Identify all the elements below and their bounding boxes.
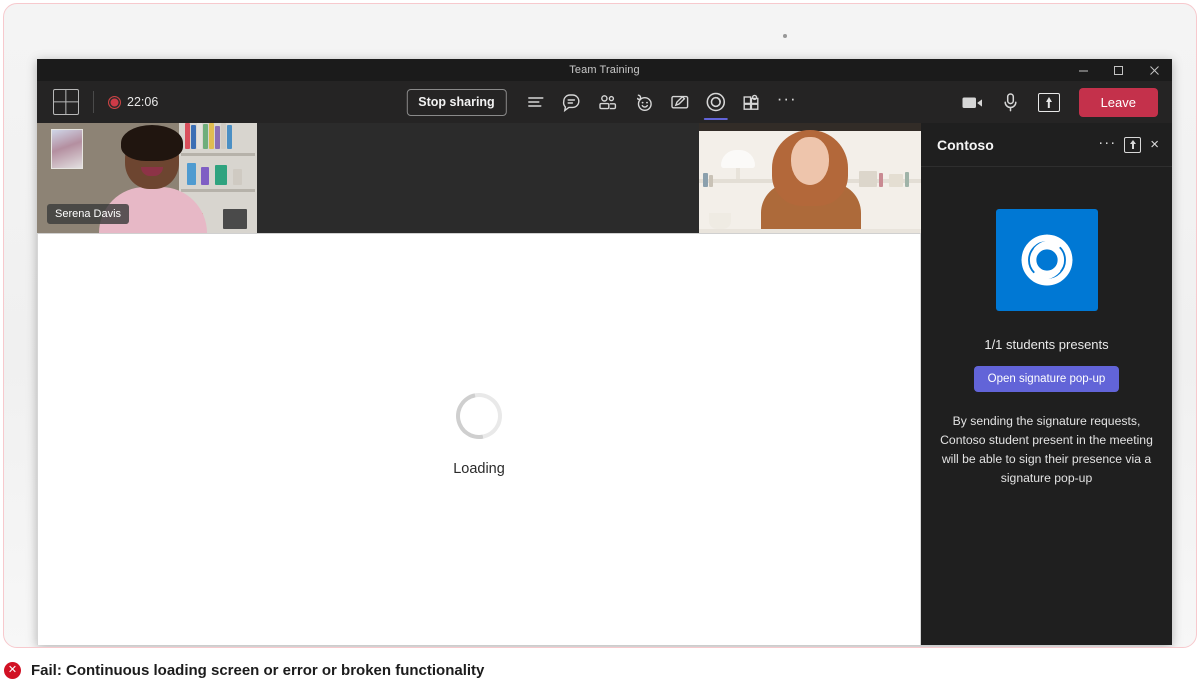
people-icon[interactable]: [591, 82, 625, 122]
contoso-swirl-logo: [995, 209, 1098, 311]
loading-spinner-icon: [447, 383, 511, 448]
grid-layout-icon[interactable]: [53, 89, 79, 115]
whiteboard-icon[interactable]: [663, 82, 697, 122]
side-panel-header: Contoso ··· ×: [921, 123, 1172, 167]
close-icon[interactable]: [1136, 59, 1172, 81]
recording-indicator: 22:06: [108, 95, 158, 109]
fail-banner: ✕ Fail: Continuous loading screen or err…: [0, 652, 1200, 688]
chat-icon[interactable]: [555, 82, 589, 122]
window-controls: [1066, 59, 1172, 81]
toolbar-right-group: Leave: [956, 85, 1158, 119]
meeting-stage: Serena Davis Loading Contoso ··· × 1/1 s…: [37, 123, 1172, 645]
fail-banner-text: Fail: Continuous loading screen or error…: [31, 661, 485, 679]
shared-content-area: Loading: [37, 233, 921, 645]
stage-main-area: Serena Davis Loading: [37, 123, 921, 645]
side-panel-description: By sending the signature requests, Conto…: [940, 414, 1153, 485]
agenda-icon[interactable]: [519, 82, 553, 122]
side-panel-more-button[interactable]: ···: [1098, 134, 1116, 156]
record-dot-icon: [108, 95, 121, 109]
loading-label: Loading: [453, 460, 505, 477]
minimize-icon[interactable]: [1066, 59, 1101, 81]
reactions-icon[interactable]: [627, 82, 661, 122]
meeting-toolbar: 22:06 Stop sharing ··· Leave: [37, 81, 1172, 123]
toolbar-center-group: Stop sharing ···: [406, 81, 802, 123]
stop-sharing-button[interactable]: Stop sharing: [406, 88, 507, 116]
camera-icon[interactable]: [956, 85, 990, 119]
video-tile[interactable]: [699, 123, 921, 233]
maximize-icon[interactable]: [1101, 59, 1136, 81]
toolbar-left-group: 22:06: [53, 89, 158, 115]
video-strip: Serena Davis: [37, 123, 921, 233]
video-tile[interactable]: Serena Davis: [37, 123, 257, 233]
loading-state: Loading: [447, 383, 511, 477]
open-signature-popup-button[interactable]: Open signature pop-up: [973, 366, 1120, 392]
students-present-count: 1/1 students presents: [984, 337, 1109, 352]
contoso-side-panel: Contoso ··· × 1/1 students presents Open…: [921, 123, 1172, 645]
window-title: Team Training: [569, 64, 640, 76]
leave-button[interactable]: Leave: [1078, 87, 1158, 117]
pop-out-icon[interactable]: [1124, 136, 1142, 153]
screenshot-frame: Team Training 22:06 Stop sharing ··· Lea…: [3, 3, 1197, 648]
side-panel-body: 1/1 students presents Open signature pop…: [921, 167, 1172, 645]
cursor-dot: [783, 34, 787, 38]
video-feed-image: [699, 123, 921, 233]
side-panel-title: Contoso: [937, 136, 994, 153]
toolbar-divider: [93, 91, 94, 113]
apps-icon[interactable]: [735, 82, 769, 122]
share-screen-icon[interactable]: [1032, 85, 1066, 119]
side-panel-actions: ··· ×: [1098, 134, 1160, 156]
teams-app-window: Team Training 22:06 Stop sharing ··· Lea…: [37, 59, 1172, 645]
recording-time: 22:06: [127, 95, 159, 109]
error-circle-icon: ✕: [4, 661, 21, 679]
contoso-app-icon[interactable]: [699, 82, 733, 122]
participant-name-label: Serena Davis: [47, 203, 130, 224]
close-icon[interactable]: ×: [1149, 137, 1160, 152]
microphone-icon[interactable]: [994, 85, 1028, 119]
window-titlebar: Team Training: [37, 59, 1172, 81]
more-options-button[interactable]: ···: [771, 82, 803, 122]
